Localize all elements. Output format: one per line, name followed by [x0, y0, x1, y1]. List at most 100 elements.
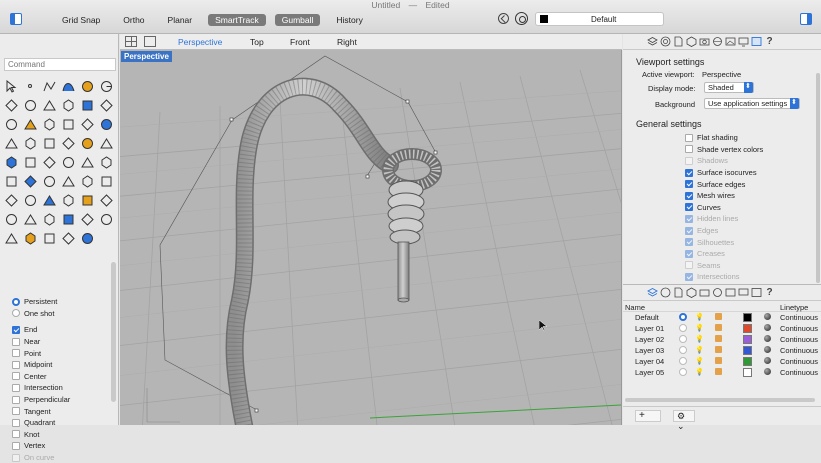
material-icon[interactable] [764, 368, 771, 375]
help-icon[interactable]: ? [764, 36, 775, 47]
current-layer-radio[interactable] [679, 313, 687, 321]
checkbox[interactable] [12, 349, 20, 358]
display-tab-icon[interactable] [738, 287, 749, 298]
osnap-end[interactable]: End [12, 324, 112, 336]
material-icon[interactable] [764, 357, 771, 364]
dimension-icon[interactable] [98, 154, 115, 171]
analyze-icon[interactable] [60, 192, 77, 209]
column-name[interactable]: Name [625, 303, 645, 312]
layer-linetype[interactable]: Continuous [780, 368, 818, 377]
layer-name[interactable]: Layer 03 [635, 346, 664, 355]
checkbox[interactable] [685, 238, 693, 247]
checkbox[interactable] [685, 261, 693, 270]
camera-tab-icon[interactable] [699, 287, 710, 298]
display-mode-select[interactable]: Shaded [704, 82, 754, 93]
ellipse-icon[interactable] [79, 97, 96, 114]
sweep-icon[interactable] [41, 135, 58, 152]
layer-name[interactable]: Default [635, 313, 659, 322]
bulb-icon[interactable]: 💡 [695, 335, 704, 343]
checkbox[interactable] [685, 214, 693, 223]
grid-array-icon[interactable] [3, 173, 20, 190]
edit-points-icon[interactable] [60, 97, 77, 114]
layer-color-swatch[interactable] [743, 324, 752, 333]
image-tab-icon[interactable] [725, 287, 736, 298]
column-linetype[interactable]: Linetype [780, 303, 808, 312]
osnap-mode-persistent[interactable]: Persistent [12, 296, 112, 308]
layer-linetype[interactable]: Continuous [780, 324, 818, 333]
current-layer-radio[interactable] [679, 335, 687, 343]
layer-color-swatch[interactable] [743, 313, 752, 322]
layer-linetype[interactable]: Continuous [780, 313, 818, 322]
image-tab-icon[interactable] [725, 36, 736, 47]
checkbox[interactable] [685, 168, 693, 177]
scale-icon[interactable] [79, 173, 96, 190]
radio-button[interactable] [12, 297, 20, 306]
layer-linetype[interactable]: Continuous [780, 357, 818, 366]
mode-gumball-button[interactable]: Gumball [274, 14, 321, 26]
checkbox[interactable] [12, 337, 20, 346]
add-layer-button[interactable]: + [635, 410, 661, 422]
sphere-render-icon[interactable] [22, 230, 39, 247]
document-tab-icon[interactable] [673, 36, 684, 47]
layer-options-button[interactable]: ⚙ ⌄ [673, 410, 695, 431]
osnap-quadrant[interactable]: Quadrant [12, 417, 112, 429]
layer-linetype[interactable]: Continuous [780, 335, 818, 344]
setting-curves[interactable]: Curves [685, 202, 815, 214]
solid-edit-icon[interactable] [98, 116, 115, 133]
checkbox[interactable] [685, 203, 693, 212]
render-tab-icon[interactable] [712, 287, 723, 298]
layer-row[interactable]: Layer 01 💡 Continuous [623, 323, 821, 334]
tab-perspective[interactable]: Perspective [178, 37, 222, 47]
properties-scrollbar[interactable] [816, 73, 820, 283]
setting-creases[interactable]: Creases [685, 248, 815, 260]
hide-icon[interactable] [3, 211, 20, 228]
camera-icon[interactable] [41, 192, 58, 209]
record-history-icon[interactable] [498, 13, 509, 24]
mesh-icon[interactable] [79, 135, 96, 152]
checkbox[interactable] [12, 383, 20, 392]
setting-flat-shading[interactable]: Flat shading [685, 132, 815, 144]
help-icon[interactable]: ? [764, 287, 775, 298]
transform-icon[interactable] [22, 173, 39, 190]
copy-icon[interactable] [41, 154, 58, 171]
lock-icon[interactable] [715, 324, 722, 331]
layer-name[interactable]: Layer 02 [635, 335, 664, 344]
bulb-icon[interactable]: 💡 [695, 313, 704, 321]
checkbox[interactable] [685, 145, 693, 154]
bulb-icon[interactable] [22, 211, 39, 228]
osnap-toggle-icon[interactable] [515, 12, 528, 25]
layer-row[interactable]: Layer 03 💡 Continuous [623, 345, 821, 356]
layers-tab-icon[interactable] [647, 36, 658, 47]
left-sidebar-toggle-icon[interactable] [10, 13, 22, 25]
setting-mesh-wires[interactable]: Mesh wires [685, 190, 815, 202]
four-viewports-icon[interactable] [125, 36, 137, 47]
mirror-icon[interactable] [60, 173, 77, 190]
lock-icon[interactable] [715, 368, 722, 375]
tab-top[interactable]: Top [250, 37, 264, 47]
mode-planar-button[interactable]: Planar [161, 14, 200, 26]
planet-icon[interactable] [41, 230, 58, 247]
background-select[interactable]: Use application settings [704, 98, 800, 109]
rectangle-icon[interactable] [22, 97, 39, 114]
setting-surface-isocurves[interactable]: Surface isocurves [685, 167, 815, 179]
checkbox[interactable] [12, 372, 20, 381]
checkbox[interactable] [685, 180, 693, 189]
render-material-icon[interactable] [60, 211, 77, 228]
lock-icon[interactable] [41, 211, 58, 228]
lock-icon[interactable] [715, 357, 722, 364]
bulb-icon[interactable]: 💡 [695, 368, 704, 376]
checkbox[interactable] [685, 249, 693, 258]
material-icon[interactable] [764, 324, 771, 331]
layer-color-swatch[interactable] [743, 368, 752, 377]
checkbox[interactable] [12, 453, 20, 462]
document-tab-icon[interactable] [673, 287, 684, 298]
network-icon[interactable] [22, 135, 39, 152]
checkbox[interactable] [685, 226, 693, 235]
mode-history-button[interactable]: History [329, 14, 369, 26]
layer-row[interactable]: Default 💡 Continuous [623, 312, 821, 323]
layer-row[interactable]: Layer 02 💡 Continuous [623, 334, 821, 345]
setting-surface-edges[interactable]: Surface edges [685, 178, 815, 190]
point-icon[interactable] [22, 78, 39, 95]
boolean-icon[interactable] [60, 135, 77, 152]
point-cloud-icon[interactable] [98, 173, 115, 190]
